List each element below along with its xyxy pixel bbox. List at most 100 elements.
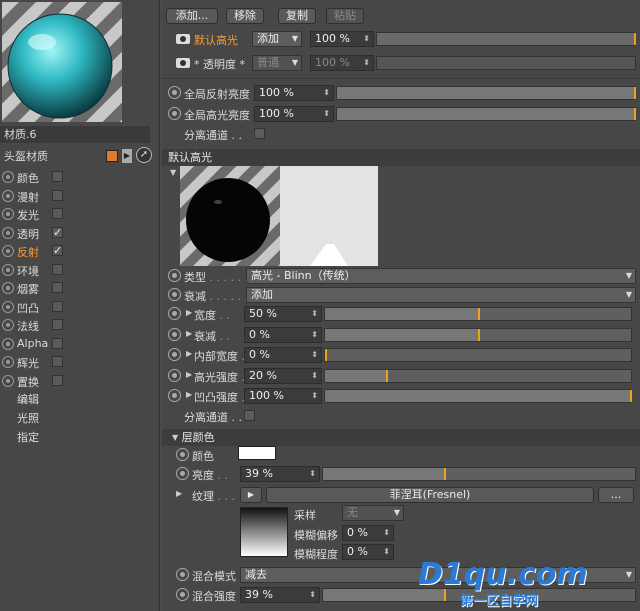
channel-checkbox[interactable] — [52, 374, 63, 386]
param-field[interactable]: 0 % ⬍ — [244, 347, 322, 363]
channel-checkbox[interactable] — [52, 263, 63, 275]
layer-strength-field[interactable]: 100 % ⬍ — [310, 55, 374, 71]
radio-icon[interactable] — [2, 356, 14, 368]
material-name[interactable]: 材质.6 — [0, 126, 150, 143]
radio-icon[interactable] — [2, 300, 14, 313]
radio-icon[interactable] — [2, 245, 14, 257]
expand-triangle-icon[interactable]: ▶ — [176, 489, 182, 498]
animate-ring-icon[interactable] — [176, 568, 189, 581]
blur-offset-field[interactable]: 0 % ⬍ — [342, 525, 394, 541]
param-slider[interactable] — [324, 327, 632, 342]
global-specular-field[interactable]: 100 % ⬍ — [254, 106, 334, 122]
channel-item[interactable]: Alpha — [0, 335, 160, 353]
radio-icon[interactable] — [2, 189, 14, 202]
separate-channels-checkbox[interactable] — [254, 128, 265, 139]
expand-triangle-icon[interactable]: ▶ — [186, 349, 192, 358]
separate-channels-checkbox[interactable] — [244, 410, 255, 421]
animate-ring-icon[interactable] — [168, 269, 181, 282]
param-slider[interactable] — [324, 389, 632, 403]
material-color-swatch[interactable] — [106, 150, 118, 162]
blur-degree-field[interactable]: 0 % ⬍ — [342, 544, 394, 560]
texture-menu-button[interactable]: ▶ — [240, 487, 262, 503]
eye-icon[interactable] — [176, 34, 190, 44]
animate-ring-icon[interactable] — [168, 368, 181, 382]
blend-strength-field[interactable]: 39 % ⬍ — [240, 587, 320, 603]
channel-item[interactable]: 反射 ✓ — [0, 242, 160, 260]
expand-triangle-icon[interactable]: ▶ — [186, 329, 192, 338]
play-arrow-icon[interactable]: ▶ — [122, 149, 132, 163]
channel-item[interactable]: 辉光 — [0, 353, 160, 371]
animate-ring-icon[interactable] — [176, 448, 189, 461]
animate-ring-icon[interactable] — [176, 467, 189, 480]
channel-checkbox[interactable] — [52, 337, 63, 349]
radio-icon[interactable] — [2, 337, 14, 350]
expand-triangle-icon[interactable]: ▶ — [186, 370, 192, 379]
channel-item[interactable]: 透明 ✓ — [0, 224, 160, 242]
section-header-layer-color[interactable]: ▼ 层颜色 — [162, 429, 640, 446]
side-link-item[interactable]: 光照 — [17, 410, 39, 426]
side-link-item[interactable]: 指定 — [17, 429, 39, 445]
type-dropdown[interactable]: 高光 - Blinn（传统） ▼ — [246, 268, 636, 284]
channel-item[interactable]: 漫射 — [0, 187, 160, 205]
param-field[interactable]: 20 % ⬍ — [244, 367, 322, 384]
channel-item[interactable]: 发光 — [0, 205, 160, 223]
channel-item[interactable]: 烟雾 — [0, 279, 160, 297]
animate-ring-icon[interactable] — [168, 107, 181, 120]
layer-strength-slider[interactable] — [376, 32, 636, 46]
texture-shader-button[interactable]: 菲涅耳(Fresnel) — [266, 487, 594, 503]
param-slider[interactable] — [324, 348, 632, 362]
channel-checkbox[interactable] — [52, 189, 63, 201]
eye-icon[interactable] — [176, 58, 190, 68]
channel-item[interactable]: 环境 — [0, 261, 160, 279]
param-slider[interactable] — [324, 307, 632, 321]
section-header-default-specular[interactable]: 默认高光 — [162, 149, 640, 166]
param-slider[interactable] — [324, 368, 632, 383]
channel-item[interactable]: 颜色 — [0, 168, 160, 186]
global-specular-slider[interactable] — [336, 107, 636, 121]
global-reflection-slider[interactable] — [336, 86, 636, 100]
channel-item[interactable]: 置换 — [0, 372, 160, 390]
channel-checkbox[interactable] — [52, 319, 63, 330]
channel-checkbox[interactable]: ✓ — [52, 226, 63, 238]
side-link-item[interactable]: 编辑 — [17, 391, 39, 407]
channel-checkbox[interactable] — [52, 356, 63, 367]
animate-ring-icon[interactable] — [168, 389, 181, 402]
radio-icon[interactable] — [2, 282, 14, 294]
layer-strength-slider[interactable] — [376, 56, 636, 70]
sampling-dropdown[interactable]: 无 ▼ — [342, 505, 404, 521]
animate-ring-icon[interactable] — [168, 348, 181, 361]
copy-layer-button[interactable]: 复制 — [278, 8, 316, 24]
layer-strength-field[interactable]: 100 % ⬍ — [310, 31, 374, 47]
channel-item[interactable]: 法线 — [0, 316, 160, 334]
picker-icon[interactable]: ➚ — [136, 147, 152, 163]
channel-checkbox[interactable] — [52, 282, 63, 293]
param-field[interactable]: 100 % ⬍ — [244, 388, 322, 404]
radio-icon[interactable] — [2, 319, 14, 331]
radio-icon[interactable] — [2, 374, 14, 387]
paste-layer-button[interactable]: 粘贴 — [326, 8, 364, 24]
layer-mode-dropdown[interactable]: 添加 ▼ — [252, 31, 302, 47]
global-reflection-field[interactable]: 100 % ⬍ — [254, 85, 334, 101]
channel-checkbox[interactable] — [52, 208, 63, 219]
animate-ring-icon[interactable] — [168, 307, 181, 320]
param-field[interactable]: 50 % ⬍ — [244, 306, 322, 322]
add-layer-button[interactable]: 添加... — [166, 8, 218, 24]
brightness-field[interactable]: 39 % ⬍ — [240, 466, 320, 482]
attenuation-dropdown[interactable]: 添加 ▼ — [246, 287, 636, 303]
radio-icon[interactable] — [2, 171, 14, 183]
animate-ring-icon[interactable] — [168, 327, 181, 341]
brightness-slider[interactable] — [322, 467, 636, 481]
remove-layer-button[interactable]: 移除 — [226, 8, 264, 24]
expand-triangle-icon[interactable]: ▶ — [186, 390, 192, 399]
radio-icon[interactable] — [2, 208, 14, 220]
animate-ring-icon[interactable] — [168, 86, 181, 99]
channel-checkbox[interactable] — [52, 171, 63, 182]
channel-item[interactable]: 凹凸 — [0, 298, 160, 316]
radio-icon[interactable] — [2, 226, 14, 239]
param-field[interactable]: 0 % ⬍ — [244, 326, 322, 343]
animate-ring-icon[interactable] — [168, 288, 181, 301]
texture-more-button[interactable]: ... — [598, 487, 634, 503]
material-preview[interactable] — [2, 2, 122, 122]
animate-ring-icon[interactable] — [176, 588, 189, 601]
expand-triangle-icon[interactable]: ▶ — [186, 308, 192, 317]
